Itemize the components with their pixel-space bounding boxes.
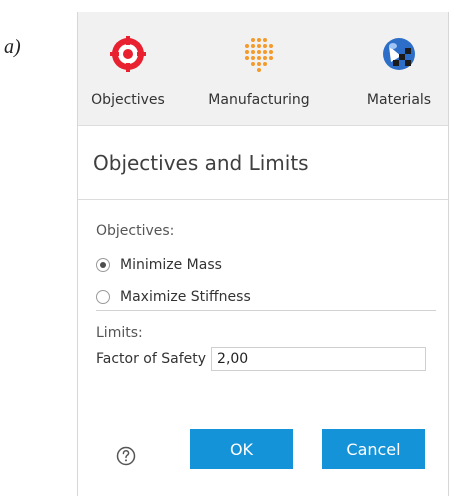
panel-title: Objectives and Limits — [93, 151, 309, 175]
toolbar-item-objectives[interactable]: Objectives — [78, 22, 178, 120]
radio-label-maximize-stiffness: Maximize Stiffness — [120, 289, 251, 305]
manufacturing-dots-icon — [245, 38, 273, 72]
factor-of-safety-row: Factor of Safety — [96, 347, 427, 371]
figure-label: a) — [4, 36, 21, 58]
limits-section-label: Limits: — [96, 325, 143, 341]
objectives-section-label: Objectives: — [96, 223, 175, 239]
radio-button-selected[interactable] — [96, 258, 110, 272]
toolbar: Objectives Manufacturing Materials — [78, 12, 448, 126]
panel-header: Objectives and Limits — [78, 125, 448, 200]
section-divider — [96, 310, 436, 311]
materials-sphere-icon — [383, 38, 415, 70]
radio-minimize-mass[interactable]: Minimize Mass — [96, 255, 222, 275]
cancel-button[interactable]: Cancel — [322, 429, 425, 469]
factor-of-safety-input[interactable] — [211, 347, 427, 371]
toolbar-item-materials[interactable]: Materials — [350, 22, 448, 120]
radio-button-unselected[interactable] — [96, 290, 110, 304]
toolbar-item-manufacturing[interactable]: Manufacturing — [196, 22, 322, 120]
help-icon[interactable] — [116, 446, 136, 466]
objectives-target-icon — [110, 36, 146, 72]
radio-maximize-stiffness[interactable]: Maximize Stiffness — [96, 287, 251, 307]
toolbar-item-label: Manufacturing — [208, 92, 310, 108]
toolbar-item-label: Materials — [366, 92, 432, 108]
radio-label-minimize-mass: Minimize Mass — [120, 257, 222, 273]
ok-button[interactable]: OK — [190, 429, 293, 469]
objectives-panel: Objectives Manufacturing Materials Objec… — [77, 12, 449, 496]
panel-body: Objectives: Minimize Mass Maximize Stiff… — [78, 199, 448, 496]
factor-of-safety-label: Factor of Safety — [96, 351, 207, 367]
toolbar-item-label: Objectives — [91, 92, 165, 108]
